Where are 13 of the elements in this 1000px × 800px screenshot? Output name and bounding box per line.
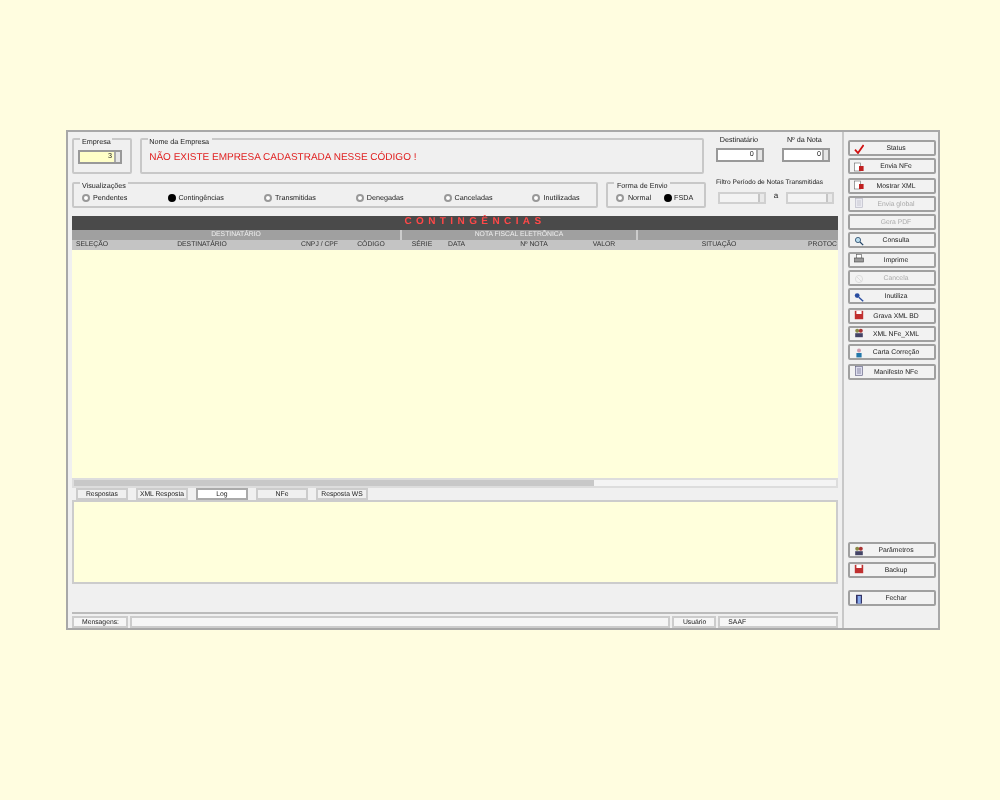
- search-icon: [853, 235, 863, 246]
- check-icon: [853, 143, 863, 153]
- people-icon: [853, 545, 863, 556]
- cancel-icon: [853, 273, 863, 284]
- document-icon: [853, 366, 863, 377]
- exit-icon: [853, 593, 863, 603]
- disk-icon: [853, 564, 863, 575]
- printer-icon: [853, 254, 863, 265]
- horizontal-scrollbar[interactable]: [72, 477, 838, 488]
- document-icon: [853, 198, 863, 209]
- people-icon: [853, 328, 863, 339]
- person-icon: [853, 347, 863, 358]
- disk-icon: [853, 310, 863, 321]
